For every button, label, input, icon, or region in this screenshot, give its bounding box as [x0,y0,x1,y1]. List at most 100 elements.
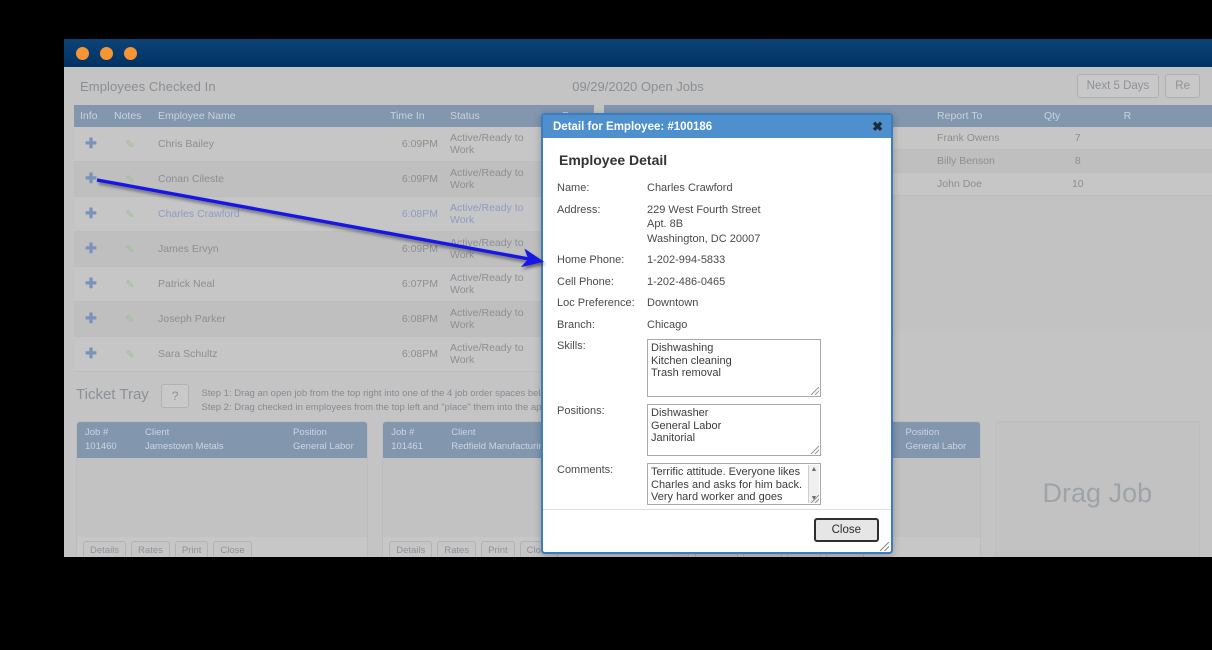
notes-cell[interactable]: ✎ [108,301,152,337]
info-cell[interactable]: ✚ [74,161,108,197]
slot-details-button[interactable]: Details [83,541,127,557]
notes-cell[interactable]: ✎ [108,127,152,162]
notes-cell[interactable]: ✎ [108,266,152,302]
table-row[interactable]: ✚ ✎ Joseph Parker 6:08PM Active/Ready to Wor… [74,301,594,337]
job-number: 101461 [391,441,423,452]
empty-cell [931,285,1038,308]
table-header-row: Info Notes Employee Name Time In Status … [74,105,601,127]
employee-name-cell: Chris Bailey [152,127,384,162]
slot-dropzone[interactable] [77,458,367,537]
qty-cell: 8 [1037,149,1118,173]
plus-icon[interactable]: ✚ [85,276,97,290]
skills-textarea[interactable]: Dishwashing Kitchen cleaning Trash removal [647,339,821,397]
note-icon[interactable]: ✎ [125,173,134,186]
table-row[interactable]: ✚ ✎ Charles Crawford 6:08PM Active/Ready to … [74,196,594,232]
table-row[interactable]: ✚ ✎ Sara Schultz 6:08PM Active/Ready to Work… [74,336,594,372]
empty-cell [1117,195,1212,218]
notes-cell[interactable]: ✎ [108,231,152,267]
note-icon[interactable]: ✎ [125,348,134,361]
col-employee-name[interactable]: Employee Name [152,105,384,127]
name-value: Charles Crawford [647,182,733,194]
col-status[interactable]: Status [444,105,556,127]
col-notes[interactable]: Notes [108,105,152,127]
job-col-label: Job # [85,427,109,438]
comments-textarea[interactable]: Terrific attitude. Everyone likes Charle… [647,463,821,505]
notes-cell[interactable]: ✎ [108,336,152,372]
empty-cell [931,195,1038,218]
info-cell[interactable]: ✚ [74,231,108,267]
dialog-resize-grip-icon[interactable] [880,542,889,551]
job-order-slot[interactable]: Job # Client Position 101460 Jamestown Metal… [76,421,369,557]
empty-cell [1037,195,1118,218]
plus-icon[interactable]: ✚ [85,171,97,185]
info-cell[interactable]: ✚ [74,127,108,162]
slot-rates-button[interactable]: Rates [437,541,477,557]
plus-icon[interactable]: ✚ [85,241,97,255]
status-cell: Active/Ready to Work [444,336,556,372]
col-rate[interactable]: R [1117,105,1212,127]
positions-textarea[interactable]: Dishwasher General Labor Janitorial [647,404,821,456]
plus-icon[interactable]: ✚ [85,311,97,325]
field-home-phone: Home Phone: 1-202-994-5833 [557,253,877,268]
table-row[interactable]: ✚✎James Ervyn6:09PMActive/Ready to Work🗑 [74,231,594,267]
minimize-dot[interactable] [100,46,113,60]
next-5-days-button[interactable]: Next 5 Days [1076,74,1160,98]
note-icon[interactable]: ✎ [125,313,134,326]
info-cell[interactable]: ✚ [74,301,108,337]
open-jobs-title: 09/29/2020 Open Jobs [572,78,704,94]
notes-cell[interactable]: ✎ [108,161,152,197]
empty-cell [931,218,1038,241]
dialog-footer: Close [543,509,891,552]
plus-icon[interactable]: ✚ [85,346,97,360]
info-cell[interactable]: ✚ [74,196,108,232]
table-row[interactable]: ✚ ✎ Chris Bailey 6:09PM Active/Ready to Work… [74,127,594,162]
employees-checked-in-table: Info Notes Employee Name Time In Status … [74,105,601,407]
scroll-up-icon[interactable]: ▲ [811,466,818,473]
info-cell[interactable]: ✚ [74,336,108,372]
slot-print-button[interactable]: Print [481,541,515,557]
col-qty[interactable]: Qty [1037,105,1118,127]
notes-cell[interactable]: ✎ [108,196,152,232]
dialog-titlebar[interactable]: Detail for Employee: #100186 ✖ [543,115,891,138]
time-in-cell: 6:08PM [384,336,444,372]
note-icon[interactable]: ✎ [125,243,134,256]
note-icon[interactable]: ✎ [125,278,134,291]
slot-print-button[interactable]: Print [174,541,209,557]
slot-details-button[interactable]: Details [389,541,433,557]
info-cell[interactable]: ✚ [74,266,108,302]
close-dot[interactable] [76,46,89,60]
resize-grip-icon[interactable] [811,446,819,454]
window-titlebar [64,39,1212,67]
drag-job-dropzone[interactable]: Drag Job [994,421,1200,557]
time-in-cell: 6:09PM [384,161,444,197]
note-icon[interactable]: ✎ [125,208,134,221]
positions-value: Dishwasher General Labor Janitorial [651,407,722,444]
close-icon[interactable]: ✖ [872,120,883,133]
table-row[interactable]: ✚ ✎ Patrick Neal 6:07PM Active/Ready to Work… [74,266,594,302]
name-label: Name: [557,182,590,194]
table-row[interactable]: ✚ ✎ Conan Cileste 6:09PM Active/Ready to Wor… [74,161,594,197]
resize-grip-icon[interactable] [811,387,819,395]
ticket-tray-title: Ticket Tray [76,386,149,403]
screen: Employees Checked In 09/29/2020 Open Job… [0,0,1212,650]
col-report-to[interactable]: Report To [931,105,1038,127]
help-button[interactable]: ? [160,384,190,408]
status-cell: Active/Ready to Work [444,266,556,302]
slot-close-button[interactable]: Close [213,541,252,557]
skills-label: Skills: [557,340,586,352]
maximize-dot[interactable] [124,46,137,60]
plus-icon[interactable]: ✚ [85,206,97,220]
comments-value: Terrific attitude. Everyone likes Charle… [651,466,803,504]
note-icon[interactable]: ✎ [125,138,134,151]
plus-icon[interactable]: ✚ [85,136,97,150]
position-col-label: Position [905,427,940,438]
resize-grip-icon[interactable] [811,495,819,503]
slot-rates-button[interactable]: Rates [131,541,170,557]
refresh-button[interactable]: Re [1165,74,1200,98]
time-in-cell: 6:09PM [384,231,444,267]
col-time-in[interactable]: Time In [384,105,444,127]
close-button[interactable]: Close [813,518,879,542]
employee-name-cell: Sara Schultz [152,336,384,372]
report-to-cell: Billy Benson [931,149,1038,173]
col-info[interactable]: Info [74,105,108,127]
